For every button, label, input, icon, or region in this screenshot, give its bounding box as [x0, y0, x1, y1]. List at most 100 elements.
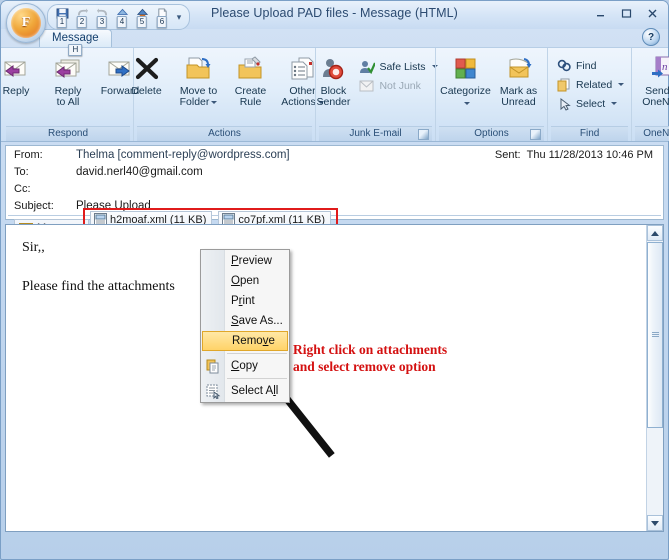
qat-save-button[interactable]: 1 — [52, 8, 72, 28]
ribbon-group-respond-label: Respond — [6, 126, 130, 141]
maximize-icon[interactable] — [616, 5, 636, 22]
move-to-folder-label-line2: Folder — [179, 96, 210, 108]
context-menu-item-copy[interactable]: Copy — [201, 356, 289, 376]
categorize-icon — [452, 53, 480, 85]
from-label: From: — [14, 148, 43, 161]
categorize-label: Categorize — [440, 85, 491, 97]
junk-dialog-launcher-icon[interactable] — [418, 129, 429, 140]
select-all-icon — [205, 383, 221, 400]
tab-message[interactable]: Message H — [39, 29, 112, 56]
context-menu-item-remove[interactable]: Remove — [202, 331, 288, 351]
find-button[interactable]: Find — [555, 56, 628, 75]
context-menu-item-open[interactable]: Open — [201, 271, 289, 291]
not-junk-button: Not Junk — [357, 76, 441, 95]
context-menu-item-preview[interactable]: Preview — [201, 251, 289, 271]
scrollbar-thumb[interactable] — [647, 242, 663, 428]
to-label: To: — [14, 165, 29, 178]
send-to-onenote-icon: n — [648, 53, 669, 85]
qat-keytip-3: 3 — [96, 16, 108, 28]
qat-next-item-button[interactable]: 5 — [132, 8, 152, 28]
annotation-line-2: and select remove option — [293, 359, 436, 374]
find-icon — [557, 59, 571, 71]
tab-message-label: Message — [52, 32, 99, 44]
not-junk-label: Not Junk — [379, 79, 421, 92]
delete-button-label: Delete — [131, 85, 162, 97]
block-sender-icon — [318, 53, 348, 85]
scroll-down-button[interactable] — [647, 515, 663, 531]
to-value[interactable]: david.nerl40@gmail.com — [76, 166, 203, 178]
sent-label: Sent: — [494, 149, 521, 161]
attachment-context-menu: Preview Open Print Save As... Remove Cop… — [200, 249, 290, 403]
qat-redo-button[interactable]: 3 — [92, 8, 112, 28]
send-to-onenote-button[interactable]: n Send toOneNote — [635, 51, 669, 108]
annotation-text: Right click on attachments and select re… — [293, 341, 473, 375]
ribbon-group-find-label: Find — [551, 126, 629, 141]
create-rule-label-line2: Rule — [239, 96, 262, 108]
find-label: Find — [576, 59, 597, 72]
triangle-down-icon — [651, 520, 659, 526]
window-controls — [590, 5, 662, 22]
quick-access-toolbar: 1 2 3 4 5 6 ▾ — [47, 4, 190, 30]
context-menu-item-select-all[interactable]: Select All — [201, 381, 289, 401]
context-menu-separator-2 — [227, 378, 287, 379]
context-menu-label-save-as: Save As... — [231, 315, 283, 327]
ribbon-group-junk-email: Block Sender Safe Lists Not Junk Junk E-… — [315, 48, 438, 141]
mark-as-unread-button[interactable]: Mark as Unread — [493, 51, 545, 108]
find-small-buttons: Find Related Select — [551, 51, 628, 113]
qat-keytip-6: 6 — [156, 16, 168, 28]
delete-button[interactable]: Delete — [121, 51, 173, 97]
related-label: Related — [576, 78, 613, 91]
ribbon-group-options-label: Options — [439, 126, 544, 141]
ribbon-group-actions: Delete Move to Folder Create Rule Other … — [131, 48, 324, 141]
related-icon — [557, 78, 570, 91]
context-menu-item-save-as[interactable]: Save As... — [201, 311, 289, 331]
related-button[interactable]: Related — [555, 75, 628, 94]
qat-previous-item-button[interactable]: 4 — [112, 8, 132, 28]
options-label-text: Options — [474, 128, 509, 139]
reply-button[interactable]: Reply — [0, 51, 42, 97]
context-menu-item-print[interactable]: Print — [201, 291, 289, 311]
mark-unread-icon — [504, 53, 534, 85]
qat-undo-button[interactable]: 2 — [72, 8, 92, 28]
help-icon[interactable]: ? — [642, 28, 660, 46]
context-menu-label-select-all: Select All — [231, 385, 279, 397]
body-paragraph-1: Sir,, — [22, 240, 45, 255]
qat-print-preview-button[interactable]: 6 — [152, 8, 172, 28]
scroll-up-button[interactable] — [647, 225, 663, 241]
scrollbar-grip-icon — [651, 332, 659, 338]
triangle-up-icon — [651, 230, 659, 236]
annotation-line-1: Right click on attachments — [293, 342, 448, 357]
move-to-folder-button[interactable]: Move to Folder — [173, 51, 225, 108]
select-button[interactable]: Select — [555, 94, 628, 113]
safe-lists-button[interactable]: Safe Lists — [357, 57, 441, 76]
ribbon-tab-strip: Message H ? — [1, 28, 668, 56]
close-icon[interactable] — [642, 5, 662, 22]
ribbon: Reply Reply to All Forward Respond Delet… — [0, 47, 669, 142]
categorize-button[interactable]: Categorize — [439, 51, 493, 108]
reply-all-button-label-line2: to All — [56, 96, 80, 108]
to-row: To: david.nerl40@gmail.com — [6, 163, 663, 180]
body-vertical-scrollbar[interactable] — [646, 225, 663, 531]
from-value[interactable]: Thelma [comment-reply@wordpress.com] — [76, 149, 290, 161]
mark-unread-label-line2: Unread — [501, 96, 536, 108]
qat-overflow-icon[interactable]: ▾ — [172, 12, 186, 23]
select-dropdown-icon — [611, 102, 618, 105]
office-orb-letter: F — [21, 15, 31, 30]
minimize-icon[interactable] — [590, 5, 610, 22]
create-rule-button[interactable]: Create Rule — [225, 51, 277, 108]
move-to-folder-dropdown-icon — [211, 100, 218, 104]
reply-all-button[interactable]: Reply to All — [42, 51, 94, 108]
related-dropdown-icon — [618, 83, 625, 86]
office-orb-icon: F — [11, 8, 41, 38]
office-button[interactable]: F — [6, 3, 46, 43]
cc-label: Cc: — [14, 182, 31, 195]
message-body-text[interactable]: Sir,, Please find the attachments — [6, 225, 663, 295]
block-sender-button[interactable]: Block Sender — [309, 51, 357, 108]
qat-keytip-1: 1 — [56, 16, 68, 28]
ribbon-group-respond: Reply Reply to All Forward Respond — [0, 48, 139, 141]
reply-button-label: Reply — [2, 85, 30, 97]
junk-label-text: Junk E-mail — [349, 128, 402, 139]
options-dialog-launcher-icon[interactable] — [530, 129, 541, 140]
ribbon-group-onenote-label: OneNote — [635, 126, 669, 141]
subject-label: Subject: — [14, 199, 54, 212]
